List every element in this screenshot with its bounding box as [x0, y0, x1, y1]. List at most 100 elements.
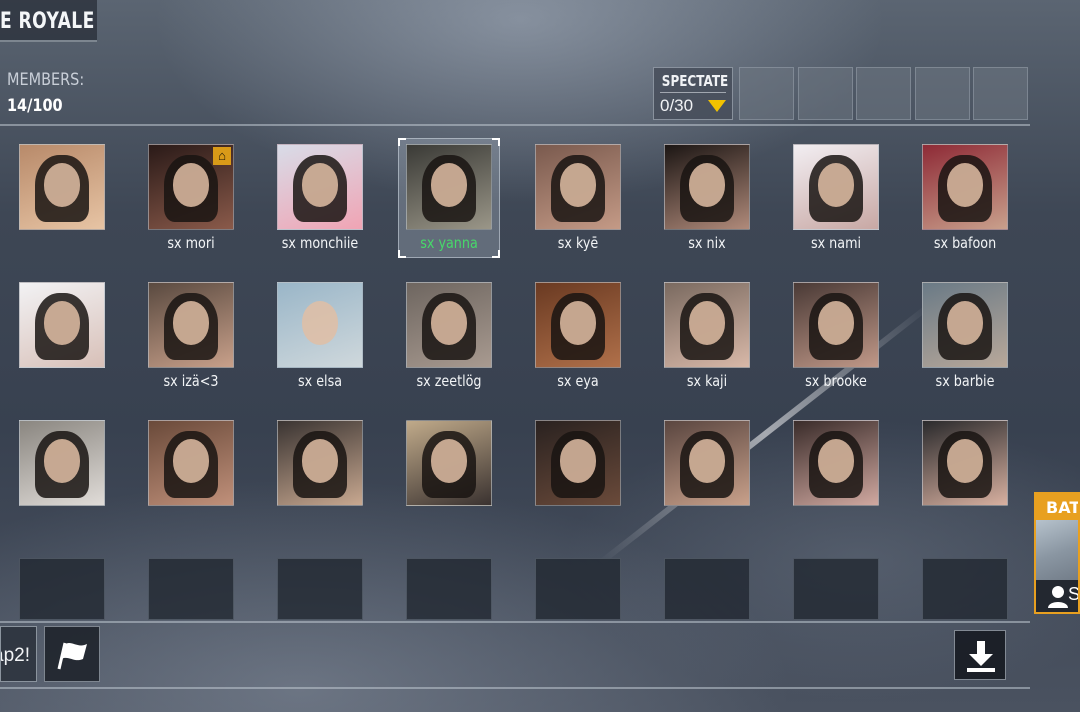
player-card[interactable]: sx elsa: [277, 282, 363, 390]
player-card[interactable]: sx eya: [535, 282, 621, 390]
room-code-input[interactable]: ap2!: [0, 626, 37, 682]
player-card[interactable]: sx kyē: [535, 144, 621, 252]
battle-mode-label: BATT: [1036, 494, 1078, 520]
player-name: sx nami: [810, 234, 862, 252]
player-avatar: [535, 282, 621, 368]
player-card[interactable]: [922, 420, 1008, 506]
player-name: sx barbie: [935, 372, 995, 390]
player-avatar: [664, 144, 750, 230]
player-card[interactable]: [148, 420, 234, 506]
player-avatar: [793, 144, 879, 230]
player-name: sx brooke: [805, 372, 867, 390]
player-card[interactable]: sx monchiie: [277, 144, 363, 252]
player-avatar: [19, 282, 105, 368]
player-avatar: [406, 420, 492, 506]
footer-divider: [0, 687, 1030, 689]
player-card[interactable]: sx kaji: [664, 282, 750, 390]
room-code-value: ap2!: [1, 645, 30, 666]
player-name: sx zeetlög: [416, 372, 482, 390]
empty-player-slot[interactable]: [922, 558, 1008, 620]
spectator-slot[interactable]: [798, 67, 853, 120]
player-avatar: [535, 144, 621, 230]
player-avatar: [277, 282, 363, 368]
player-card[interactable]: sx nix: [664, 144, 750, 252]
player-card[interactable]: [406, 420, 492, 506]
spectator-slot[interactable]: [915, 67, 970, 120]
player-avatar: [922, 420, 1008, 506]
spectate-divider: [660, 92, 726, 93]
player-avatar: [148, 282, 234, 368]
flag-icon: [57, 642, 87, 670]
empty-player-slot[interactable]: [535, 558, 621, 620]
members-label: MEMBERS:: [7, 70, 85, 90]
player-avatar: [922, 144, 1008, 230]
player-avatar: [148, 420, 234, 506]
empty-player-slot[interactable]: [19, 558, 105, 620]
player-card[interactable]: [19, 420, 105, 506]
spectator-slot[interactable]: [739, 67, 794, 120]
player-avatar: [664, 420, 750, 506]
player-card[interactable]: ⌂ sx mori: [148, 144, 234, 252]
player-name: sx bafoon: [933, 234, 997, 252]
player-card[interactable]: [19, 282, 105, 368]
battle-mode-sub: S: [1068, 584, 1080, 604]
empty-player-slot[interactable]: [406, 558, 492, 620]
player-avatar: [277, 144, 363, 230]
spectate-button[interactable]: SPECTATE 0/30: [653, 67, 733, 120]
player-avatar: [19, 144, 105, 230]
background-light-streak: [598, 302, 933, 566]
player-card[interactable]: [277, 420, 363, 506]
frame-corner: [398, 138, 406, 146]
player-card[interactable]: [793, 420, 879, 506]
title-box: E ROYALE: [0, 0, 97, 42]
player-card[interactable]: sx nami: [793, 144, 879, 252]
player-card[interactable]: sx barbie: [922, 282, 1008, 390]
spectator-slot[interactable]: [973, 67, 1028, 120]
battle-mode-footer: S: [1036, 580, 1080, 612]
top-divider: [0, 124, 1030, 126]
player-avatar: [664, 282, 750, 368]
player-name: sx izä<3: [163, 372, 219, 390]
player-card[interactable]: sx bafoon: [922, 144, 1008, 252]
dropdown-triangle-icon: [708, 100, 726, 112]
player-name: sx monchiie: [281, 234, 359, 252]
members-count: 14/100: [7, 96, 63, 116]
spectate-count: 0/30: [660, 96, 694, 115]
player-name: sx elsa: [297, 372, 343, 390]
frame-corner: [492, 138, 500, 146]
player-card[interactable]: sx zeetlög: [406, 282, 492, 390]
empty-player-slot[interactable]: [277, 558, 363, 620]
empty-player-slot[interactable]: [793, 558, 879, 620]
bottom-divider: [0, 621, 1030, 623]
player-avatar: [922, 282, 1008, 368]
player-card[interactable]: [535, 420, 621, 506]
spectate-label: SPECTATE: [661, 72, 729, 90]
empty-player-slot[interactable]: [664, 558, 750, 620]
player-card[interactable]: sx brooke: [793, 282, 879, 390]
player-avatar: [19, 420, 105, 506]
battle-mode-card[interactable]: BATT S: [1034, 492, 1080, 614]
page-title: E ROYALE: [0, 9, 95, 34]
spectator-slot[interactable]: [856, 67, 911, 120]
player-name: sx kaji: [686, 372, 728, 390]
player-avatar: ⌂: [148, 144, 234, 230]
player-card[interactable]: sx izä<3: [148, 282, 234, 390]
player-avatar: [793, 420, 879, 506]
player-avatar: [535, 420, 621, 506]
player-avatar: [277, 420, 363, 506]
player-name: sx eya: [557, 372, 599, 390]
player-avatar: [406, 144, 492, 230]
player-name: sx kyē: [557, 234, 599, 252]
player-avatar: [793, 282, 879, 368]
avatar-face: [301, 301, 339, 346]
player-card[interactable]: sx yanna: [406, 144, 492, 252]
battle-map-thumbnail: [1036, 520, 1078, 580]
download-button[interactable]: [954, 630, 1006, 680]
report-flag-button[interactable]: [44, 626, 100, 682]
player-card[interactable]: [664, 420, 750, 506]
player-card[interactable]: [19, 144, 105, 230]
download-icon: [967, 641, 995, 672]
player-name: sx yanna: [420, 234, 478, 252]
player-name: sx mori: [167, 234, 215, 252]
empty-player-slot[interactable]: [148, 558, 234, 620]
